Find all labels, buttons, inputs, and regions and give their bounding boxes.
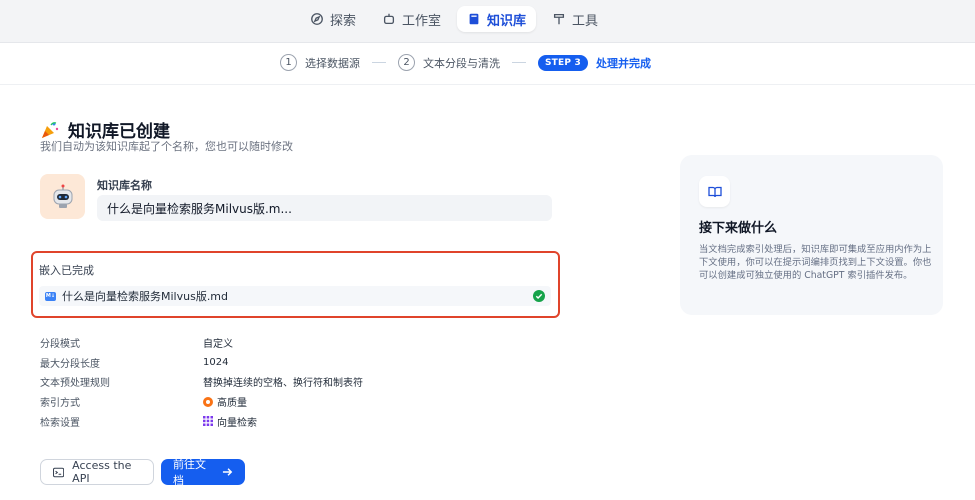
setting-value-text: 高质量: [217, 398, 247, 410]
setting-key: 文本预处理规则: [40, 378, 110, 390]
page-subtitle: 我们自动为该知识库起了个名称，您也可以随时修改: [40, 140, 293, 153]
terminal-icon: [53, 467, 65, 477]
nav-knowledge-label: 知识库: [487, 13, 527, 29]
nav-explore-label: 探索: [330, 13, 357, 29]
book-icon: [469, 13, 479, 25]
embedding-status-title: 嵌入已完成: [39, 264, 94, 277]
settings-summary: 分段模式 自定义 最大分段长度 1024 文本预处理规则 替换掉连续的空格、换行…: [40, 333, 363, 431]
access-api-button[interactable]: Access the API: [40, 459, 154, 485]
setting-value: 1024: [203, 357, 228, 368]
next-steps-card: 接下来做什么 当文档完成索引处理后，知识库即可集成至应用内作为上下文使用，你可以…: [680, 155, 943, 315]
setting-value-text: 替换掉连续的空格、换行符和制表符: [203, 378, 363, 390]
step3-label: 处理并完成: [595, 56, 651, 70]
book-open-icon-box: [699, 176, 730, 207]
setting-value: 向量检索: [203, 414, 257, 429]
step2-label: 文本分段与清洗: [423, 56, 500, 70]
embedding-highlight-box: [31, 251, 560, 318]
setting-key: 检索设置: [40, 417, 80, 429]
nav-studio[interactable]: 工作室: [372, 6, 451, 32]
nav-studio-label: 工作室: [402, 13, 442, 29]
setting-row: 文本预处理规则 替换掉连续的空格、换行符和制表符: [40, 372, 363, 392]
setting-row: 最大分段长度 1024: [40, 353, 363, 373]
access-api-label: Access the API: [72, 459, 132, 485]
knowledge-name-input[interactable]: 什么是向量检索服务Milvus版.m...: [97, 195, 552, 221]
compass-icon: [311, 13, 323, 25]
setting-value-text: 自定义: [203, 339, 233, 351]
setting-key: 索引方式: [40, 398, 80, 410]
step1-number: 1: [280, 54, 297, 71]
setting-value: 替换掉连续的空格、换行符和制表符: [203, 374, 363, 389]
setting-value: 自定义: [203, 335, 233, 350]
knowledge-avatar[interactable]: [40, 174, 85, 219]
nav-explore[interactable]: 探索: [300, 6, 366, 32]
setting-value: 高质量: [203, 394, 247, 409]
robot-avatar-icon: [53, 184, 72, 208]
knowledge-name-label: 知识库名称: [97, 179, 152, 192]
stepper: 1 选择数据源 2 文本分段与清洗 STEP 3 处理并完成: [0, 43, 975, 85]
step2-number: 2: [398, 54, 415, 71]
step-divider: [512, 62, 526, 63]
vector-icon: [203, 416, 213, 427]
setting-value-text: 向量检索: [217, 417, 257, 429]
arrow-right-icon: [222, 468, 233, 476]
setting-key: 分段模式: [40, 339, 80, 351]
setting-key: 最大分段长度: [40, 358, 100, 370]
robot-icon: [383, 13, 395, 25]
setting-row: 分段模式 自定义: [40, 333, 363, 353]
hammer-icon: [554, 13, 565, 25]
next-steps-title: 接下来做什么: [699, 221, 778, 236]
setting-row: 索引方式 高质量: [40, 392, 363, 412]
setting-value-text: 1024: [203, 356, 229, 368]
go-to-document-label: 前往文档: [173, 458, 206, 487]
next-steps-description: 当文档完成索引处理后，知识库即可集成至应用内作为上下文使用，你可以在提示词编排页…: [699, 244, 932, 281]
book-open-icon: [707, 186, 722, 197]
nav-knowledge[interactable]: 知识库: [457, 6, 537, 32]
check-circle-icon: [533, 290, 545, 302]
party-popper-icon: [42, 121, 59, 138]
top-navigation-bar: 探索 工作室 知识库 工具: [0, 0, 975, 43]
nav-tools-label: 工具: [572, 13, 599, 29]
steps: 1 选择数据源 2 文本分段与清洗 STEP 3 处理并完成: [280, 54, 651, 71]
embedded-file-row[interactable]: M↓ 什么是向量检索服务Milvus版.md: [39, 286, 551, 306]
embedded-file-name: 什么是向量检索服务Milvus版.md: [62, 290, 229, 303]
quality-icon: [203, 396, 213, 407]
step1-label: 选择数据源: [305, 56, 360, 70]
setting-row: 检索设置 向量检索: [40, 411, 363, 431]
step3-badge: STEP 3: [538, 54, 588, 71]
go-to-document-button[interactable]: 前往文档: [161, 458, 245, 487]
nav-tools[interactable]: 工具: [542, 6, 608, 32]
markdown-file-icon: M↓: [45, 291, 56, 301]
main-nav: 探索 工作室 知识库 工具: [300, 6, 608, 32]
step-divider: [372, 62, 386, 63]
